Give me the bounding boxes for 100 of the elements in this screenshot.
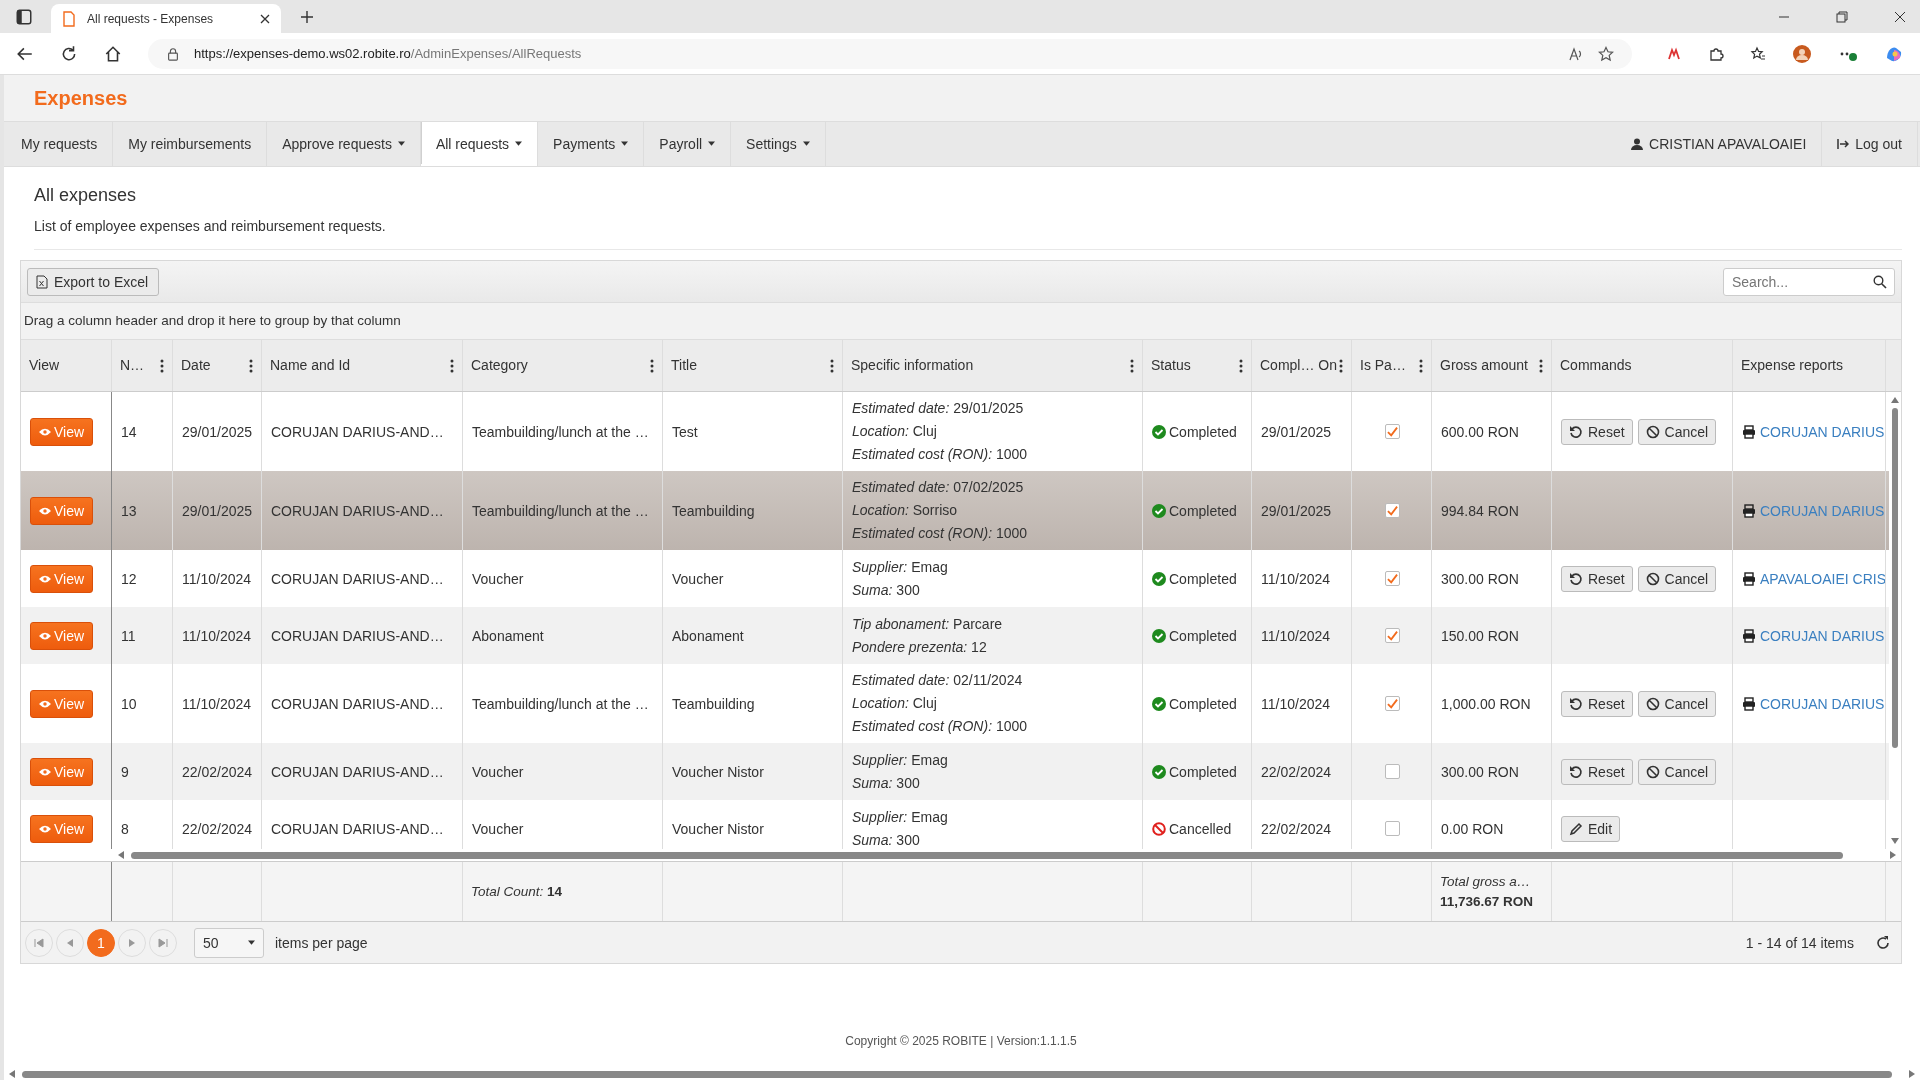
logout-link[interactable]: Log out [1822, 122, 1918, 166]
table-cell: Abonament [472, 627, 544, 644]
reset-button[interactable]: Reset [1561, 690, 1633, 717]
reset-button[interactable]: Reset [1561, 418, 1633, 445]
scroll-left-icon[interactable] [117, 851, 125, 859]
column-header[interactable]: View [21, 340, 112, 391]
checkbox[interactable] [1384, 424, 1400, 439]
kebab-icon[interactable] [160, 358, 164, 373]
home-icon[interactable] [104, 44, 122, 63]
report-link[interactable]: APAVALOAIEI CRIS [1742, 570, 1885, 587]
close-icon[interactable] [259, 12, 271, 25]
horizontal-scrollbar[interactable] [21, 849, 1901, 862]
ban-icon [1645, 764, 1660, 779]
column-header[interactable]: Gross amount [1432, 340, 1552, 391]
user-menu[interactable]: CRISTIAN APAVALOAIEI [1616, 122, 1823, 166]
search-field[interactable]: Search... [1723, 267, 1895, 296]
cancel-button[interactable]: Cancel [1637, 418, 1717, 445]
column-header[interactable]: Is Pa… [1352, 340, 1432, 391]
kebab-icon[interactable] [1239, 358, 1243, 373]
read-aloud-icon[interactable] [1568, 45, 1584, 62]
column-header[interactable]: Date [173, 340, 262, 391]
reset-button[interactable]: Reset [1561, 565, 1633, 592]
table-cell: 29/01/2025 [182, 423, 253, 440]
edit-button[interactable]: Edit [1561, 815, 1621, 842]
new-tab-icon[interactable] [299, 8, 315, 25]
scroll-down-icon[interactable] [1891, 837, 1899, 845]
column-header[interactable]: Title [663, 340, 843, 391]
scroll-up-icon[interactable] [1891, 396, 1899, 404]
address-bar[interactable]: https://expenses-demo.ws02.robite.ro/AdminExpenses/AllRequests [148, 38, 1632, 69]
kebab-icon[interactable] [1130, 358, 1134, 373]
table-cell: Abonament [672, 627, 744, 644]
document-icon [61, 10, 77, 27]
reload-icon[interactable] [60, 44, 78, 63]
eye-icon [39, 427, 51, 436]
kebab-icon[interactable] [1539, 358, 1543, 373]
page-size-dropdown[interactable]: 50 [194, 927, 264, 958]
report-link[interactable]: CORUJAN DARIUS [1742, 695, 1885, 712]
column-header[interactable]: Specific information [843, 340, 1143, 391]
column-header[interactable]: Name and Id [262, 340, 463, 391]
scroll-right-icon[interactable] [1889, 851, 1897, 859]
kebab-icon[interactable] [650, 358, 654, 373]
export-button[interactable]: Export to Excel [27, 267, 160, 296]
scroll-right-icon[interactable] [1908, 1070, 1916, 1078]
cancel-button[interactable]: Cancel [1637, 565, 1717, 592]
report-link[interactable]: CORUJAN DARIUS [1742, 627, 1885, 644]
sidebar-icon[interactable] [15, 7, 33, 26]
checkbox[interactable] [1384, 571, 1400, 586]
restore-icon[interactable] [1836, 10, 1848, 23]
checkbox[interactable] [1384, 503, 1400, 518]
info-value: Cluj [912, 423, 937, 439]
checkbox[interactable] [1384, 628, 1400, 643]
checkbox[interactable] [1384, 764, 1400, 779]
kebab-icon[interactable] [249, 358, 253, 373]
check-circle-icon [1152, 424, 1166, 439]
nav-item[interactable]: All requests [420, 122, 539, 166]
star-icon[interactable] [1598, 45, 1614, 62]
table-row[interactable]: View 9 22/02/2024 CORUJAN DARIUS-AND… Voucher Voucher Nistor Supplier: Emag Suma: 300 Completed 22/02/2024 300.00 RON Reset Cancel [21, 743, 1889, 800]
profile-icon[interactable] [1792, 43, 1812, 64]
app-title: Expenses [34, 86, 128, 110]
printer-icon [1742, 571, 1756, 586]
table-row[interactable]: View 11 11/10/2024 CORUJAN DARIUS-AND… Abonament Abonament Tip abonament: Parcare Pondere prezenta: 12 Completed 11/10/2024 150.00 RON CORUJAN DARIUS [21, 607, 1889, 664]
checkbox[interactable] [1384, 821, 1400, 836]
table-cell: 300.00 RON [1441, 763, 1519, 780]
kebab-icon[interactable] [1339, 358, 1343, 373]
column-header[interactable]: N… [112, 340, 173, 391]
pencil-icon [1569, 821, 1583, 836]
close-icon[interactable] [1894, 10, 1906, 23]
kebab-icon[interactable] [830, 358, 834, 373]
reset-button[interactable]: Reset [1561, 758, 1633, 785]
info-label: Suma: [852, 581, 893, 598]
nav-item[interactable]: Settings [731, 122, 826, 166]
column-header[interactable]: Expense reports [1733, 340, 1886, 391]
refresh-icon[interactable] [1875, 934, 1891, 951]
puzzle-icon[interactable] [1708, 45, 1724, 62]
kebab-icon[interactable] [450, 358, 454, 373]
cancel-button[interactable]: Cancel [1637, 758, 1717, 785]
check-circle-icon [1152, 696, 1166, 711]
nav-item[interactable]: My requests [6, 122, 114, 166]
favorites-icon[interactable] [1750, 45, 1766, 62]
report-link[interactable]: CORUJAN DARIUS [1742, 423, 1885, 440]
nav-item[interactable]: Payments [538, 122, 645, 166]
column-header[interactable]: Category [463, 340, 663, 391]
column-header[interactable]: Compl… On [1252, 340, 1352, 391]
status-label: Cancelled [1152, 820, 1232, 837]
scroll-left-icon[interactable] [8, 1070, 16, 1078]
table-cell: Teambuilding/lunch at the … [472, 502, 649, 519]
column-header[interactable]: Commands [1552, 340, 1733, 391]
column-header[interactable]: Status [1143, 340, 1252, 391]
table-cell: CORUJAN DARIUS-AND… [271, 570, 444, 587]
nav-item[interactable]: My reimbursements [113, 122, 268, 166]
checkbox[interactable] [1384, 696, 1400, 711]
table-row[interactable]: View 13 29/01/2025 CORUJAN DARIUS-AND… Teambuilding/lunch at the … Teambuilding Estimated date: 07/02/2025 Location: Sorriso Estimated cost (RON): 1000 Completed 29/01/2025 994.84 RON CORUJAN DARIUS [21, 471, 1889, 550]
nav-item[interactable]: Payroll [644, 122, 732, 166]
kebab-icon[interactable] [1419, 358, 1423, 373]
table-cell: Voucher [472, 763, 524, 780]
total-gross-label: Total gross a… [1440, 874, 1531, 889]
cancel-button[interactable]: Cancel [1637, 690, 1717, 717]
browser-tab[interactable]: All requests - Expenses [51, 4, 281, 33]
check-icon [1385, 629, 1399, 642]
nav-item[interactable]: Approve requests [267, 122, 421, 166]
